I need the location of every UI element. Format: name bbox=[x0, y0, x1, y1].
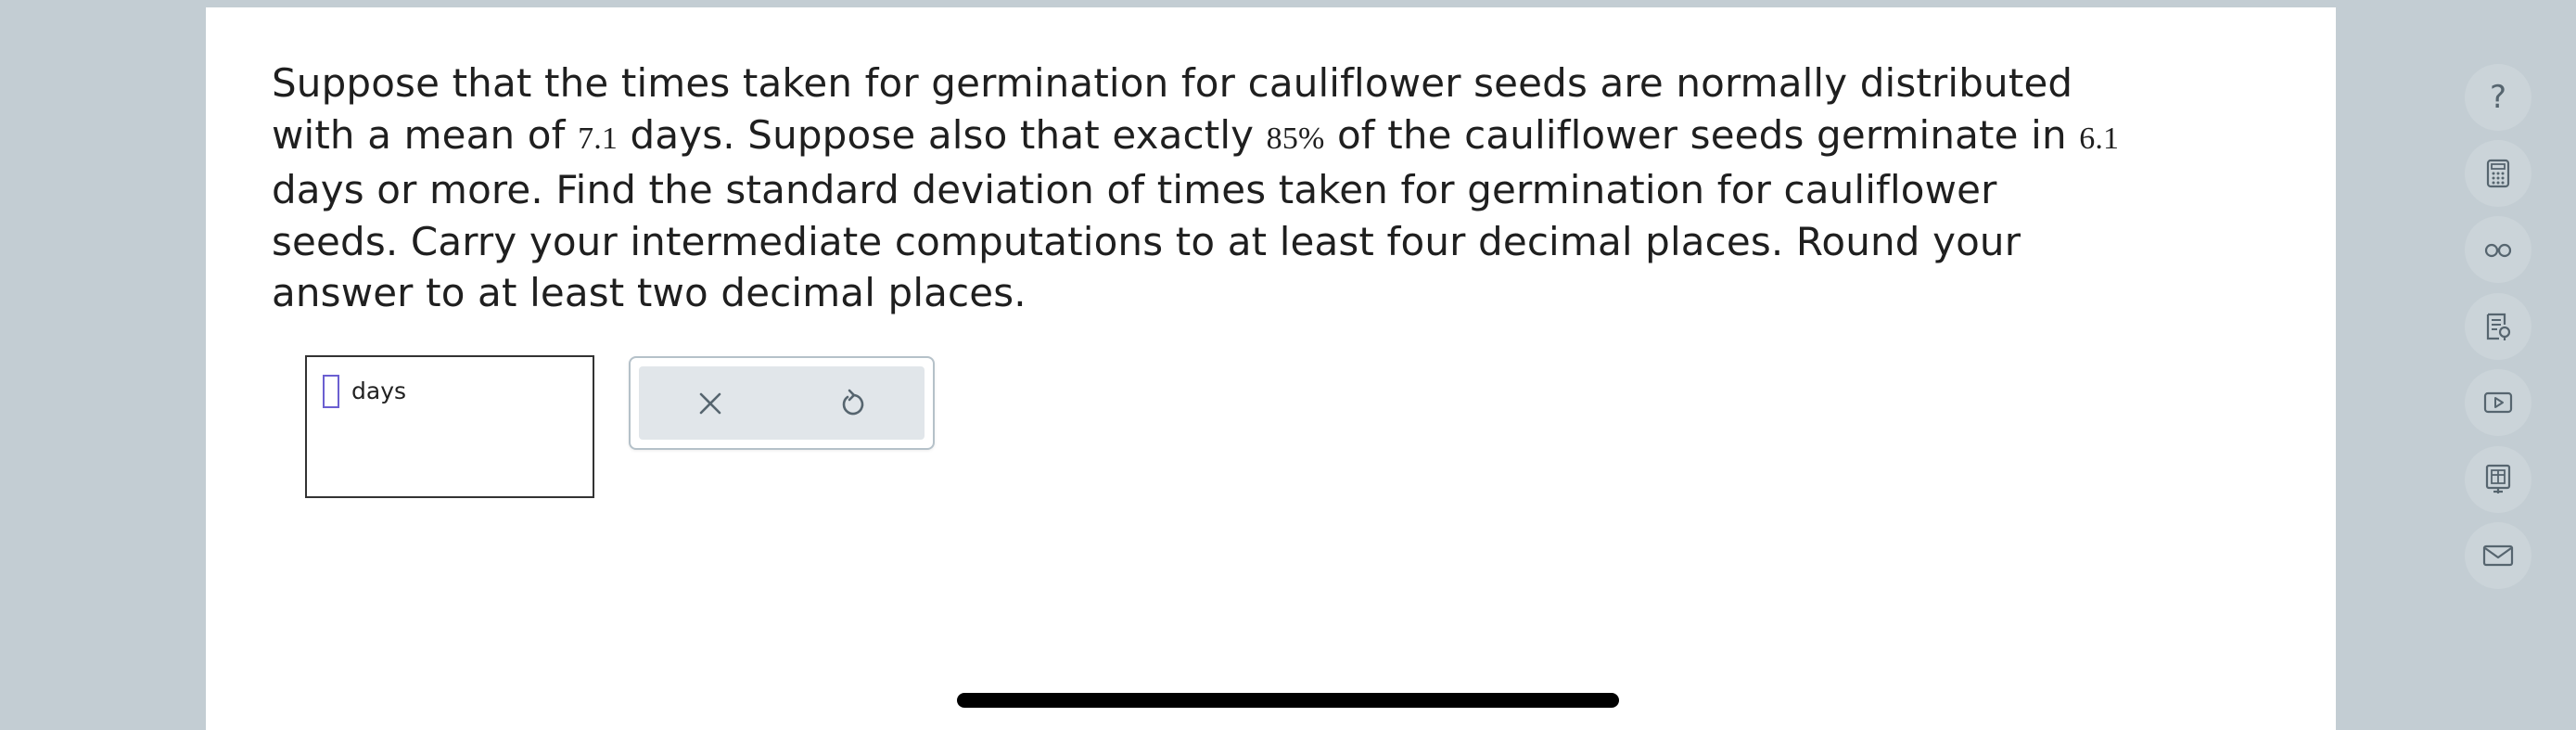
undo-button[interactable] bbox=[782, 366, 925, 440]
question-text: Suppose that the times taken for germina… bbox=[272, 58, 2312, 319]
video-button[interactable] bbox=[2465, 369, 2531, 436]
question-line-3: days or more. Find the standard deviatio… bbox=[272, 167, 1997, 212]
question-line-4: seeds. Carry your intermediate computati… bbox=[272, 218, 2021, 264]
unit-label: days bbox=[351, 378, 407, 404]
question-panel: Suppose that the times taken for germina… bbox=[206, 7, 2336, 730]
clear-button[interactable] bbox=[639, 366, 782, 440]
question-line-1: Suppose that the times taken for germina… bbox=[272, 60, 2073, 106]
mean-value: 7.1 bbox=[578, 121, 618, 156]
data-button[interactable] bbox=[2465, 446, 2531, 513]
data-table-icon bbox=[2485, 464, 2511, 493]
close-icon bbox=[699, 392, 721, 414]
question-line-2a: with a mean of bbox=[272, 111, 579, 158]
undo-icon bbox=[842, 389, 864, 415]
textbook-button[interactable] bbox=[2465, 293, 2531, 360]
question-line-2c: of the cauliflower seeds germinate in bbox=[1324, 111, 2080, 158]
answer-tools-inner bbox=[639, 366, 925, 440]
side-toolbar: ? bbox=[2465, 0, 2531, 730]
help-button[interactable]: ? bbox=[2465, 64, 2531, 131]
home-indicator[interactable] bbox=[957, 693, 1619, 708]
answer-input[interactable] bbox=[323, 375, 339, 408]
question-line-5: answer to at least two decimal places. bbox=[272, 270, 1027, 315]
message-button[interactable] bbox=[2465, 522, 2531, 589]
glasses-icon bbox=[2484, 243, 2512, 258]
calculator-button[interactable] bbox=[2465, 140, 2531, 207]
question-icon: ? bbox=[2489, 79, 2507, 116]
textbook-icon bbox=[2486, 313, 2511, 340]
threshold-value: 6.1 bbox=[2079, 121, 2120, 156]
percent-value: 85% bbox=[1266, 121, 1325, 156]
calculator-icon bbox=[2486, 159, 2510, 188]
video-icon bbox=[2483, 391, 2513, 414]
mail-icon bbox=[2482, 544, 2514, 567]
answer-box[interactable]: days bbox=[305, 355, 594, 498]
reading-button[interactable] bbox=[2465, 216, 2531, 283]
question-line-2b: days. Suppose also that exactly bbox=[618, 111, 1267, 158]
answer-tools bbox=[629, 356, 935, 450]
